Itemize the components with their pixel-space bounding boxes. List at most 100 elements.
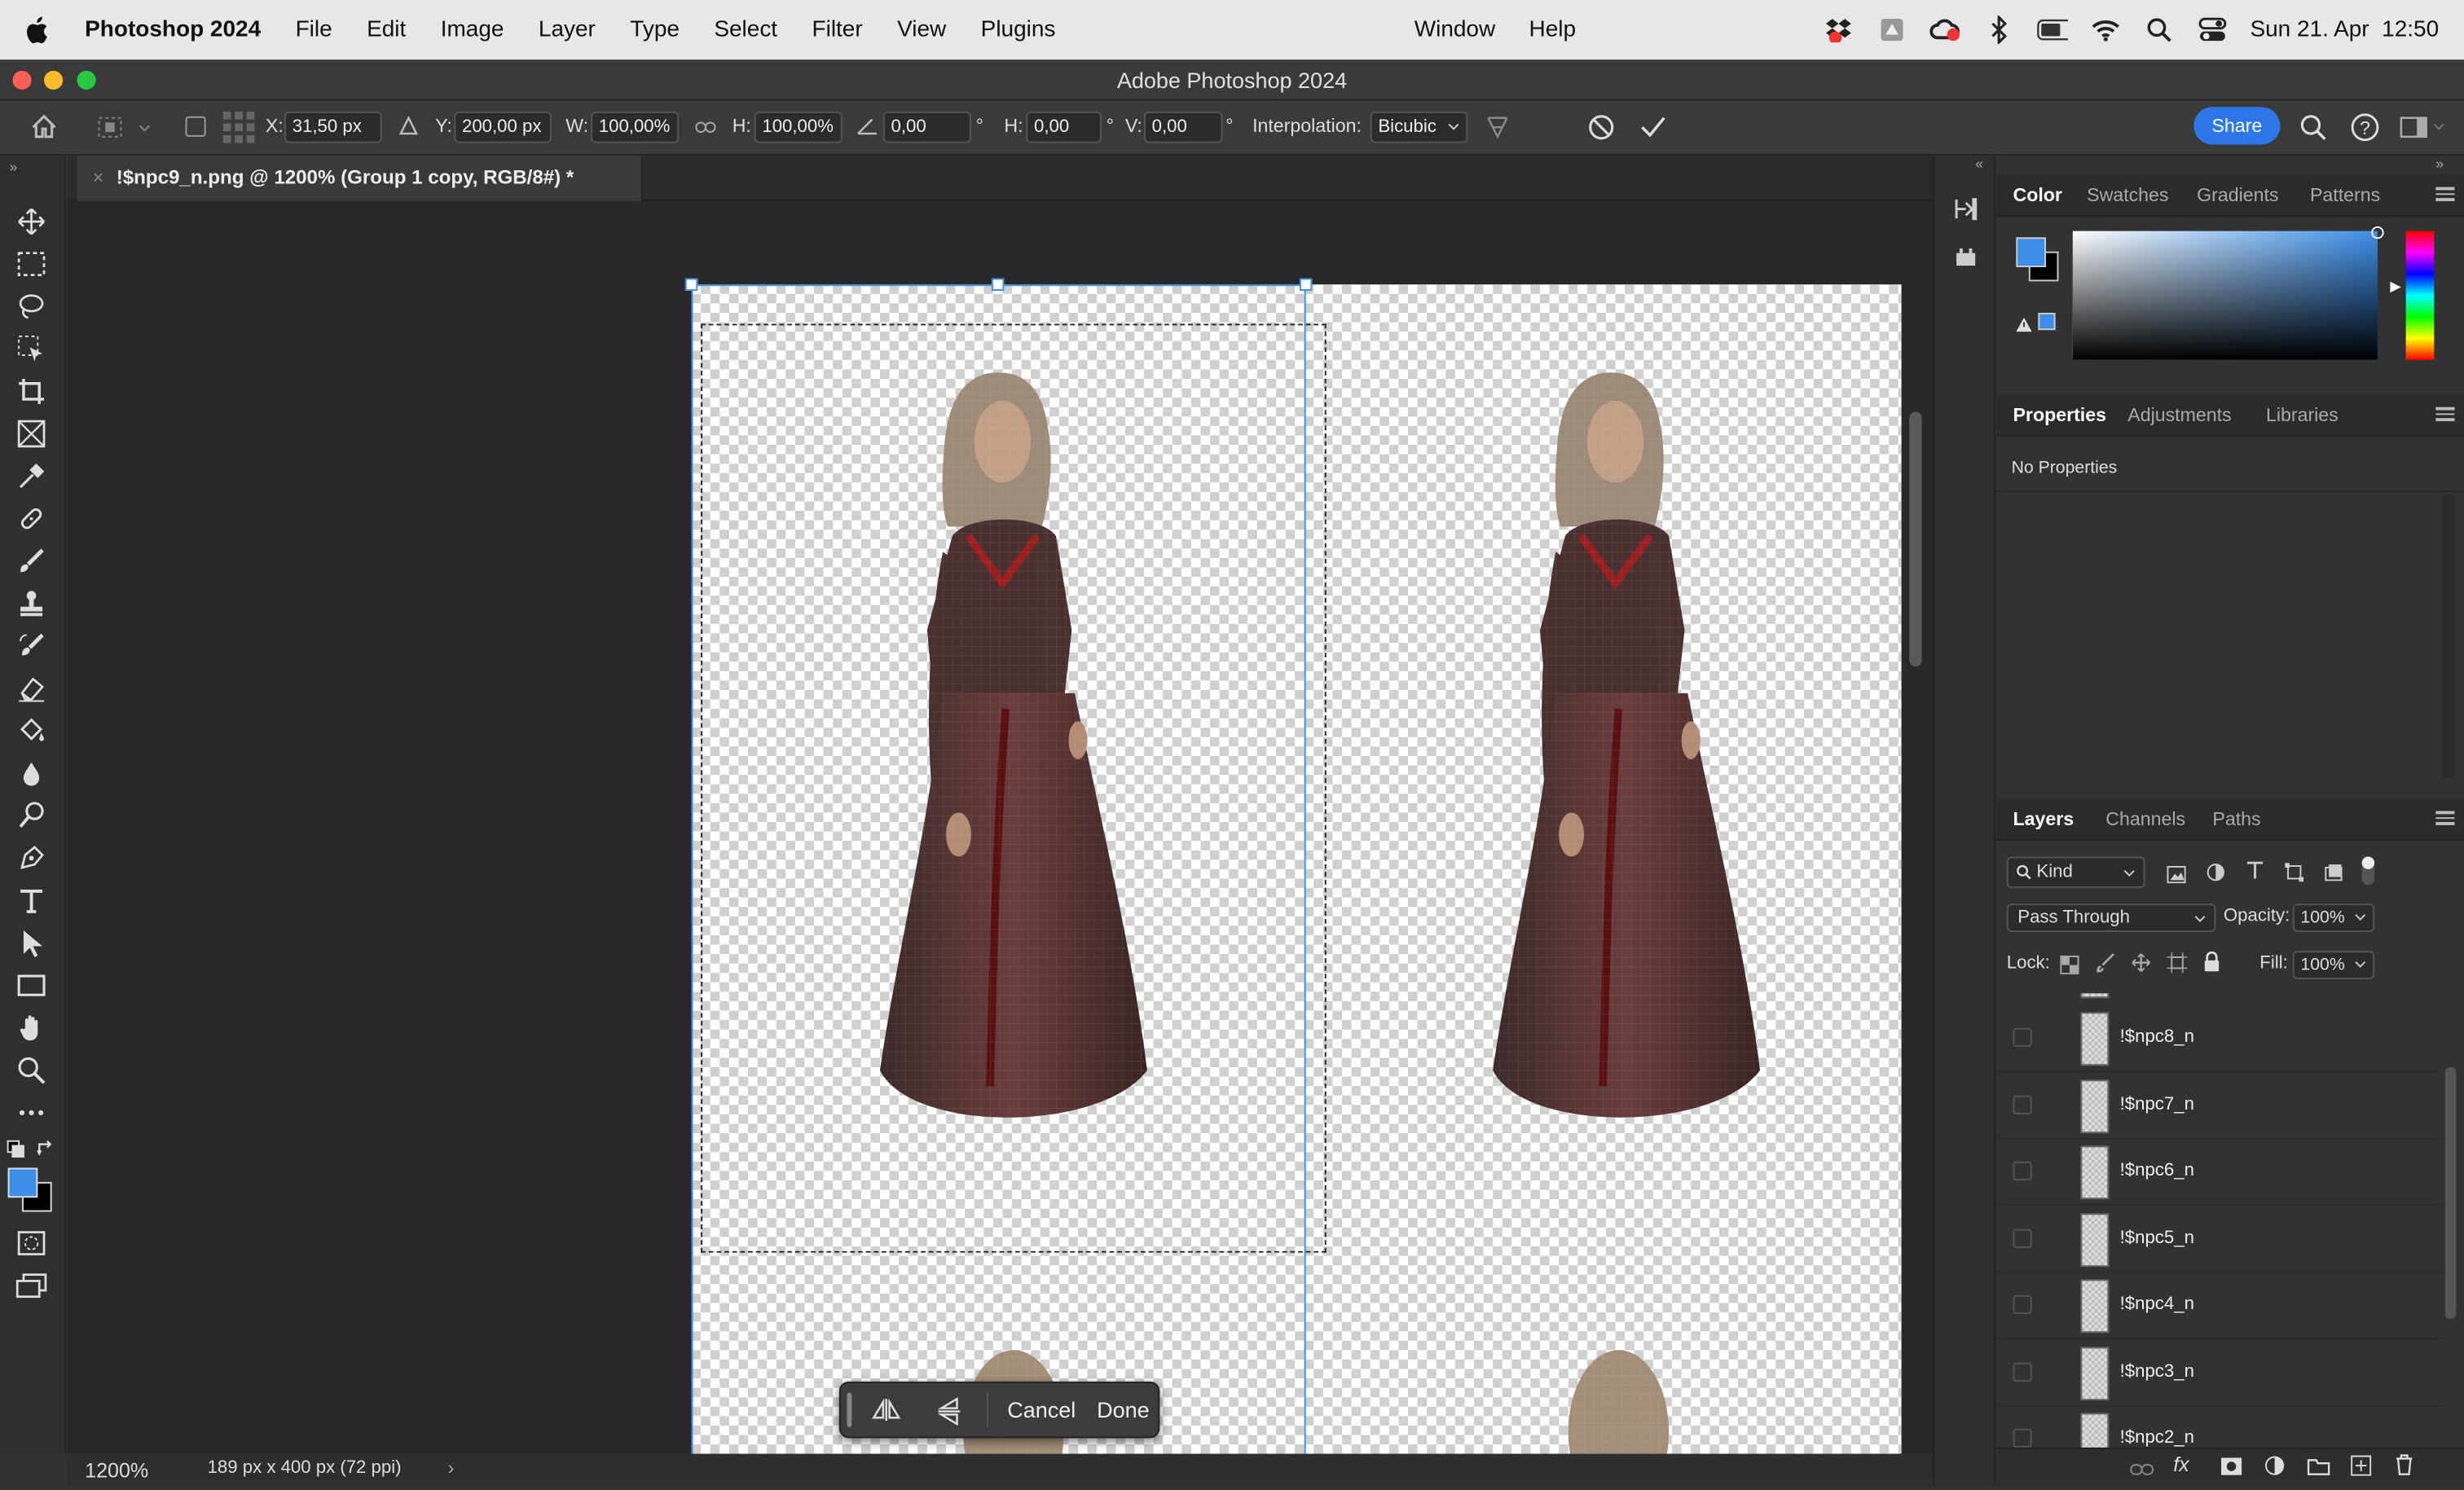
clone-stamp-icon[interactable] <box>14 587 48 621</box>
add-mask-icon[interactable] <box>2220 1456 2242 1484</box>
foreground-color-swatch[interactable] <box>7 1167 38 1198</box>
cancel-transform-icon[interactable] <box>1587 113 1616 147</box>
delta-icon[interactable] <box>398 115 419 140</box>
layer-row[interactable]: !$npc5_n <box>1997 1207 2442 1273</box>
type-tool-icon[interactable] <box>14 883 48 917</box>
zoom-window-button[interactable] <box>77 70 96 90</box>
web-safe-swatch[interactable] <box>2038 312 2056 331</box>
share-button[interactable]: Share <box>2193 107 2281 145</box>
menu-layer[interactable]: Layer <box>521 17 613 42</box>
tab-libraries[interactable]: Libraries <box>2266 394 2339 437</box>
layers-panel-menu-icon[interactable] <box>2435 808 2455 827</box>
document-info[interactable]: 189 px x 400 px (72 ppi) <box>208 1458 402 1477</box>
help-icon[interactable]: ? <box>2349 112 2381 147</box>
history-brush-icon[interactable] <box>14 629 48 663</box>
reference-point-checkbox[interactable] <box>185 116 206 137</box>
gamut-warning-icon[interactable] <box>2014 313 2033 341</box>
done-button[interactable]: Done <box>1097 1397 1150 1422</box>
tab-properties[interactable]: Properties <box>2013 394 2105 437</box>
menubar-clock[interactable]: Sun 21. Apr 12:50 <box>2250 17 2439 42</box>
filter-shape-icon[interactable] <box>2285 861 2304 890</box>
tab-layers[interactable]: Layers <box>2013 798 2074 841</box>
blur-tool-icon[interactable] <box>14 756 48 790</box>
frame-tool-icon[interactable] <box>14 416 48 451</box>
battery-icon[interactable] <box>2036 14 2068 46</box>
cancel-button[interactable]: Cancel <box>1007 1397 1076 1422</box>
brush-tool-icon[interactable] <box>14 544 48 578</box>
layers-list[interactable]: !$npc8_n !$npc7_n !$npc6_n !$npc5_n !$np… <box>1997 993 2442 1453</box>
flip-horizontal-icon[interactable] <box>872 1397 901 1431</box>
layer-row[interactable]: !$npc3_n <box>1997 1340 2442 1407</box>
filter-adjustment-icon[interactable] <box>2207 861 2225 890</box>
expand-dock-icon[interactable]: « <box>1975 156 1983 171</box>
x-position-field[interactable]: 31,50 px <box>284 111 382 143</box>
height-field[interactable]: 100,00% <box>754 111 843 143</box>
lasso-tool-icon[interactable] <box>14 289 48 323</box>
layer-filter-select[interactable]: Kind <box>2006 856 2145 889</box>
filter-type-icon[interactable] <box>2246 859 2264 888</box>
bluetooth-icon[interactable] <box>1983 14 2015 46</box>
layer-name[interactable]: !$npc4_n <box>2120 1295 2194 1314</box>
menu-select[interactable]: Select <box>697 17 794 42</box>
flip-vertical-icon[interactable] <box>936 1396 961 1433</box>
blend-mode-select[interactable]: Pass Through <box>2006 903 2216 933</box>
rectangular-marquee-icon[interactable] <box>14 247 48 281</box>
new-adjustment-layer-icon[interactable] <box>2264 1456 2285 1484</box>
layer-name[interactable]: !$npc3_n <box>2120 1363 2194 1382</box>
more-tools-icon[interactable] <box>14 1096 48 1130</box>
visibility-toggle[interactable] <box>2013 1228 2032 1248</box>
transform-handle-top-right[interactable] <box>1299 278 1313 291</box>
wifi-icon[interactable] <box>2090 14 2122 46</box>
h-skew-field[interactable]: 0,00 <box>1026 111 1102 143</box>
layer-name[interactable]: !$npc7_n <box>2120 1096 2194 1114</box>
crop-tool-icon[interactable] <box>14 374 48 408</box>
lock-image-pixels-icon[interactable] <box>2097 952 2119 974</box>
link-icon[interactable] <box>694 118 716 140</box>
menu-view[interactable]: View <box>880 17 964 42</box>
creative-cloud-icon[interactable] <box>1929 14 1961 46</box>
layer-name[interactable]: !$npc2_n <box>2120 1429 2194 1448</box>
lock-position-icon[interactable] <box>2131 952 2153 974</box>
layer-row[interactable]: !$npc7_n <box>1997 1073 2442 1140</box>
opacity-field[interactable]: 100% <box>2292 903 2375 933</box>
transform-handle-top-middle[interactable] <box>991 278 1005 291</box>
new-group-icon[interactable] <box>2307 1456 2330 1484</box>
close-tab-icon[interactable]: × <box>93 156 104 201</box>
status-expand-icon[interactable]: › <box>448 1457 455 1479</box>
menu-filter[interactable]: Filter <box>794 17 880 42</box>
move-tool-icon[interactable] <box>14 204 48 239</box>
dropbox-icon[interactable] <box>1823 14 1855 46</box>
tab-color[interactable]: Color <box>2013 174 2061 217</box>
tab-paths[interactable]: Paths <box>2212 798 2260 841</box>
filter-toggle[interactable] <box>2361 856 2375 886</box>
dodge-tool-icon[interactable] <box>14 798 48 833</box>
layer-row[interactable]: !$npc4_n <box>1997 1272 2442 1339</box>
reference-point-grid-icon[interactable] <box>222 110 256 149</box>
collapse-toolbar-icon[interactable]: » <box>10 159 18 174</box>
color-picker-marker[interactable] <box>2371 226 2384 240</box>
layer-row[interactable]: !$npc2_n <box>1997 1406 2442 1453</box>
menu-app-name[interactable]: Photoshop 2024 <box>73 17 279 42</box>
collapse-panels-icon[interactable]: » <box>2435 156 2444 171</box>
menu-edit[interactable]: Edit <box>350 17 424 42</box>
new-layer-icon[interactable] <box>2351 1455 2372 1484</box>
search-icon[interactable] <box>2299 113 2327 147</box>
menu-type[interactable]: Type <box>613 17 697 42</box>
pen-tool-icon[interactable] <box>14 841 48 875</box>
path-selection-icon[interactable] <box>14 925 48 960</box>
layer-name[interactable]: !$npc6_n <box>2120 1162 2194 1180</box>
width-field[interactable]: 100,00% <box>591 111 680 143</box>
properties-panel-menu-icon[interactable] <box>2435 404 2455 423</box>
v-skew-field[interactable]: 0,00 <box>1143 111 1223 143</box>
layers-scrollbar[interactable] <box>2444 1067 2457 1319</box>
default-colors-icon[interactable] <box>7 1138 25 1167</box>
visibility-toggle[interactable] <box>2013 1294 2032 1314</box>
link-layers-icon[interactable] <box>2129 1457 2154 1485</box>
history-panel-icon[interactable] <box>1951 195 1980 231</box>
tab-patterns[interactable]: Patterns <box>2310 174 2380 217</box>
vertical-scrollbar[interactable] <box>1909 411 1922 667</box>
layer-row[interactable]: !$npc6_n <box>1997 1139 2442 1206</box>
menu-plugins[interactable]: Plugins <box>963 17 1072 42</box>
zoom-level[interactable]: 1200% <box>85 1458 148 1482</box>
warp-mode-icon[interactable] <box>1484 113 1512 147</box>
